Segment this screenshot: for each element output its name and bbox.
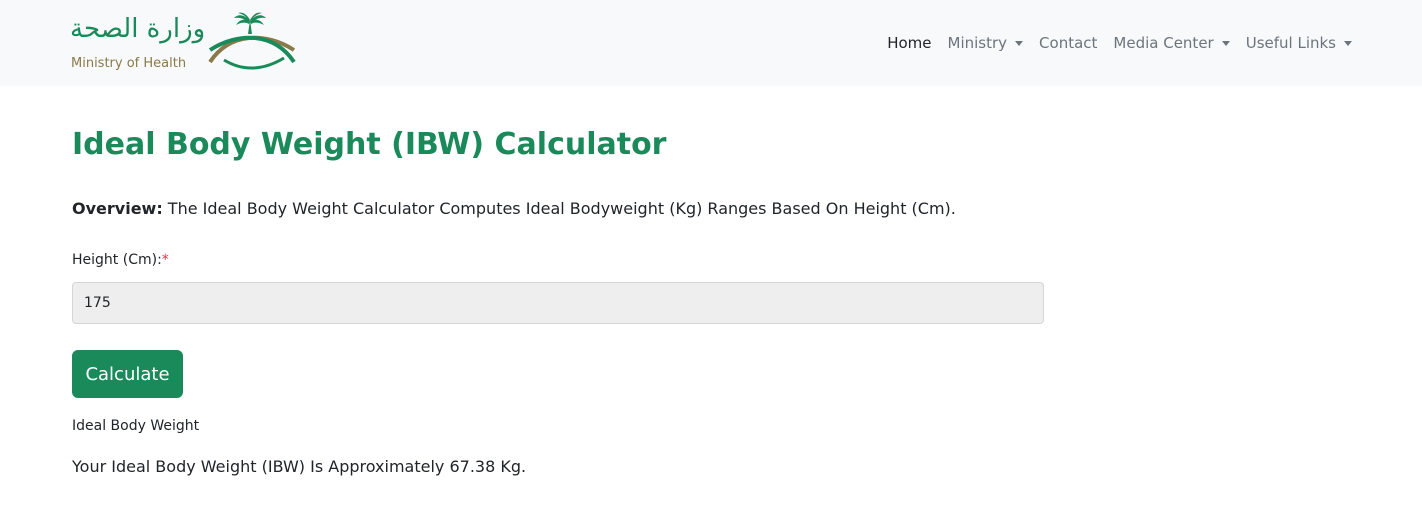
result-text: Your Ideal Body Weight (IBW) Is Approxim… <box>72 457 527 476</box>
nav-ministry-label: Ministry <box>947 34 1008 52</box>
nav-home[interactable]: Home <box>879 34 939 52</box>
overview-label: Overview: <box>72 199 163 218</box>
caret-down-icon <box>1221 40 1230 46</box>
height-label: Height (Cm):* <box>72 249 169 271</box>
logo-arabic-name: وزارة الصحة <box>70 14 206 44</box>
main-nav: Home Ministry Contact Media Center Usefu… <box>879 0 1360 86</box>
nav-media-center-label: Media Center <box>1113 34 1214 52</box>
nav-contact[interactable]: Contact <box>1031 34 1105 52</box>
nav-media-center[interactable]: Media Center <box>1105 34 1237 52</box>
required-marker: * <box>161 252 169 268</box>
nav-useful-links[interactable]: Useful Links <box>1238 34 1360 52</box>
navbar: وزارة الصحة Ministry of Health Home Mini… <box>0 0 1422 86</box>
palm-swords-emblem-icon <box>208 12 296 70</box>
nav-ministry[interactable]: Ministry <box>940 34 1032 52</box>
caret-down-icon <box>1015 40 1024 46</box>
nav-home-label: Home <box>887 34 932 52</box>
page-title: Ideal Body Weight (IBW) Calculator <box>72 127 667 162</box>
result-heading: Ideal Body Weight <box>72 418 200 434</box>
ministry-logo[interactable]: وزارة الصحة Ministry of Health <box>70 12 300 74</box>
caret-down-icon <box>1344 40 1352 46</box>
overview-description: The Ideal Body Weight Calculator Compute… <box>162 199 956 218</box>
calculate-button[interactable]: Calculate <box>72 350 183 398</box>
height-label-text: Height (Cm): <box>72 252 162 268</box>
nav-contact-label: Contact <box>1039 34 1098 52</box>
nav-useful-links-label: Useful Links <box>1245 34 1336 52</box>
overview-text: Overview: The Ideal Body Weight Calculat… <box>72 197 956 221</box>
logo-english-name: Ministry of Health <box>71 56 187 71</box>
height-input[interactable] <box>72 282 1044 324</box>
